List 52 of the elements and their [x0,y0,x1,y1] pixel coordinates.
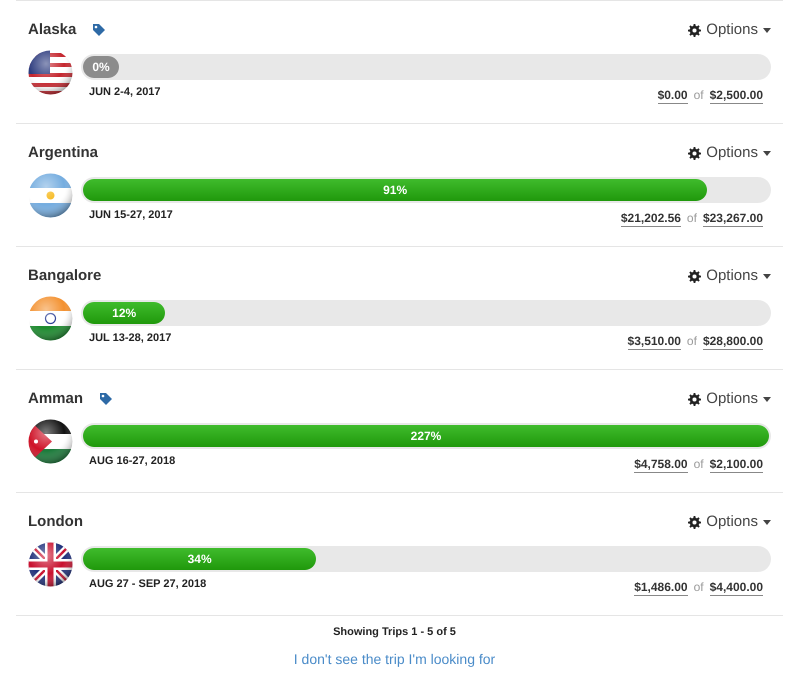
trip-name: Alaska [28,20,76,40]
of-label: of [686,210,697,224]
of-label: of [694,580,704,594]
amount-goal: $28,800.00 [702,334,763,350]
options-dropdown[interactable]: Options [688,142,771,164]
of-label: of [694,88,704,102]
amount-raised: $21,202.56 [620,210,681,226]
flag-icon [28,50,73,94]
caret-icon [763,396,771,402]
caret-icon [763,28,771,33]
settings-icon [688,146,702,160]
trip-dates: AUG 27 - SEP 27, 2018 [89,576,206,592]
trip-dates: AUG 16-27, 2018 [89,454,176,468]
amount-goal: $4,400.00 [710,580,763,596]
flag-icon [28,172,73,218]
amount-raised: $1,486.00 [634,580,688,596]
settings-icon [688,392,702,406]
trip-dates: JUN 2-4, 2017 [89,84,161,100]
settings-icon [688,516,702,529]
progress-fill: 34% [83,548,316,570]
trip-name: London [28,512,83,532]
progress-fill: 12% [83,302,166,324]
pagination-summary: Showing Trips 1 - 5 of 5 [332,625,457,640]
flag-icon [28,418,73,464]
options-dropdown[interactable]: Options [688,388,771,410]
progress-fill: 0% [83,56,119,78]
of-label: of [694,456,704,470]
amount-raised: $0.00 [658,88,688,104]
amount-goal: $2,100.00 [710,456,763,472]
settings-icon [688,24,702,37]
caret-icon [763,150,771,156]
amount-raised: $4,758.00 [634,456,688,472]
trip-dates: JUL 13-28, 2017 [89,330,172,346]
flag-icon [28,296,73,340]
progress-fill: 91% [83,178,708,200]
flag-icon [28,542,73,586]
settings-icon [688,270,702,283]
options-dropdown[interactable]: Options [688,19,771,42]
options-dropdown[interactable]: Options [688,265,771,288]
caret-icon [763,274,771,279]
options-dropdown[interactable]: Options [688,511,771,534]
trip-name: Amman [28,389,84,409]
of-label: of [686,334,697,348]
trip-name: Argentina [28,143,98,163]
amount-goal: $2,500.00 [710,88,763,104]
trip-dates: JUN 15-27, 2017 [89,208,173,222]
amount-goal: $23,267.00 [702,210,763,226]
amount-raised: $3,510.00 [628,334,681,350]
trip-name: Bangalore [28,266,102,286]
help-link[interactable]: I don't see the trip I'm looking for [294,648,496,670]
caret-icon [763,520,771,525]
progress-fill: 227% [83,424,769,446]
